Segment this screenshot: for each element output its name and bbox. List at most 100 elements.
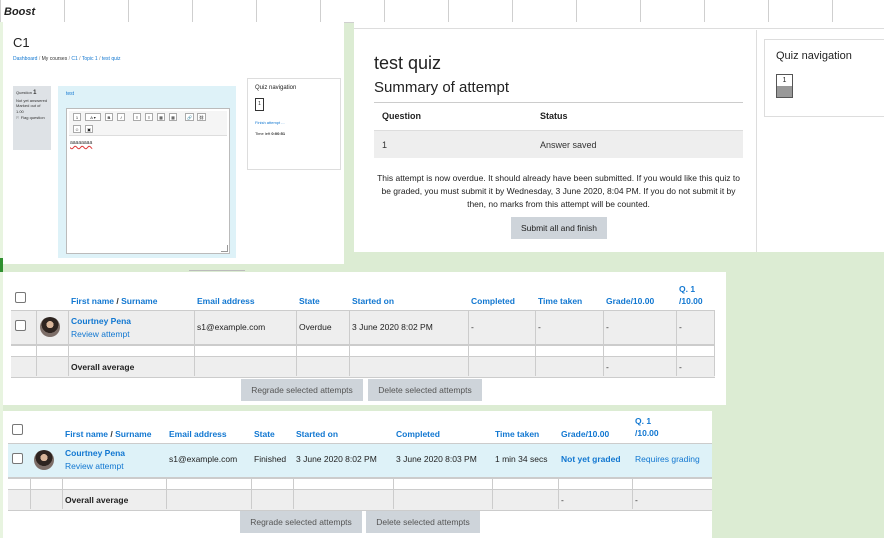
sort-first-name[interactable]: First name [65,429,108,439]
answer-editor[interactable]: 1 A ▾ B I ≡ ≡ ▦ ▦ 🔗 ⛓ ☺ ▣ aaaaaaaa [66,108,230,254]
overall-average-label: Overall average [65,495,129,505]
delete-button[interactable]: Delete selected attempts [366,511,480,533]
sort-completed[interactable]: Completed [471,295,515,307]
started-cell: 3 June 2020 8:02 PM [296,454,377,464]
attempts-table-overdue: First name / Surname Email address State… [3,270,726,405]
course-title: C1 [13,35,30,50]
sort-time-taken[interactable]: Time taken [538,295,582,307]
sort-state[interactable]: State [254,428,275,440]
indent-button[interactable]: ▦ [157,113,165,121]
divider [374,102,743,103]
sort-q1[interactable]: Q. 1/10.00 [635,415,659,439]
overall-q1: - [635,495,638,505]
sort-grade[interactable]: Grade/10.00 [606,295,654,307]
grade-cell: - [606,322,609,332]
review-attempt-link[interactable]: Review attempt [71,329,130,339]
sort-email[interactable]: Email address [169,428,227,440]
italic-button[interactable]: I [117,113,125,121]
sort-time-taken[interactable]: Time taken [495,428,539,440]
row-checkbox[interactable] [15,320,26,331]
question-label: Question [16,90,33,95]
image-icon[interactable]: ▣ [85,125,93,133]
sort-surname[interactable]: Surname [121,296,157,306]
question-text: test [66,91,75,97]
overall-grade: - [606,362,609,372]
paragraph-format-button[interactable]: 1 [73,113,81,121]
started-cell: 3 June 2020 8:02 PM [352,322,433,332]
email-cell: s1@example.com [169,454,238,464]
row-question: 1 [382,140,388,150]
spreadsheet-header-strip: Boost [0,0,884,23]
sort-grade[interactable]: Grade/10.00 [561,428,609,440]
sort-email[interactable]: Email address [197,295,255,307]
avatar[interactable] [40,317,60,337]
summary-heading: Summary of attempt [374,79,510,96]
q1-cell: - [679,322,682,332]
attempts-table-finished: First name / Surname Email address State… [3,411,712,538]
emoticon-icon[interactable]: ☺ [73,125,82,133]
resize-grip-icon[interactable] [221,245,228,252]
quiz-navigation-title: Quiz navigation [255,85,297,91]
theme-label: Boost [4,6,36,18]
delete-button[interactable]: Delete selected attempts [368,379,482,401]
breadcrumb-quiz[interactable]: test quiz [102,56,121,62]
email-cell: s1@example.com [197,322,266,332]
quiz-navigation-block: Quiz navigation 1 Finish attempt ... Tim… [247,78,341,170]
table-row: 1 Answer saved [374,130,743,158]
sort-started[interactable]: Started on [296,428,338,440]
question-marks: Marked out of 1.00 [16,103,41,115]
question-info: Question 1 Not yet answered Marked out o… [13,86,51,150]
divider [756,30,757,252]
sort-state[interactable]: State [299,295,320,307]
breadcrumb-topic[interactable]: Topic 1 [82,56,98,62]
bold-button[interactable]: B [105,113,113,121]
submit-all-button[interactable]: Submit all and finish [511,217,607,239]
regrade-button[interactable]: Regrade selected attempts [240,511,362,533]
state-cell: Overdue [299,322,332,332]
overall-grade: - [561,495,564,505]
question-nav-button[interactable]: 1 [255,98,264,111]
state-cell: Finished [254,454,287,464]
outdent-button[interactable]: ▦ [169,113,177,121]
sort-completed[interactable]: Completed [396,428,440,440]
time-taken-cell: 1 min 34 secs [495,454,548,464]
completed-cell: - [471,322,474,332]
font-color-button[interactable]: A ▾ [85,113,101,121]
sort-started[interactable]: Started on [352,295,394,307]
unlink-icon[interactable]: ⛓ [197,113,207,121]
sort-first-name[interactable]: First name [71,296,114,306]
sort-q1[interactable]: Q. 1/10.00 [679,283,703,307]
select-all-checkbox[interactable] [12,424,23,435]
overdue-message: This attempt is now overdue. It should a… [377,173,740,209]
column-header-status: Status [540,111,568,121]
review-attempt-link[interactable]: Review attempt [65,461,124,471]
time-taken-cell: - [538,322,541,332]
bullet-list-button[interactable]: ≡ [133,113,141,121]
grade-link[interactable]: Not yet graded [561,454,621,464]
question-nav-button[interactable]: 1 [776,74,793,98]
breadcrumb-course[interactable]: C1 [71,56,77,62]
completed-cell: 3 June 2020 8:03 PM [396,454,477,464]
user-name-link[interactable]: Courtney Pena [65,448,125,458]
quiz-attempt-screenshot: C1 Dashboard / My courses / C1 / Topic 1… [3,22,344,264]
select-all-checkbox[interactable] [15,292,26,303]
overall-average-label: Overall average [71,362,135,372]
question-state: Not yet answered [16,97,48,103]
divider [189,270,245,271]
link-icon[interactable]: 🔗 [185,113,194,121]
requires-grading-link[interactable]: Requires grading [635,454,700,464]
breadcrumb-my-courses[interactable]: My courses [42,56,68,62]
breadcrumb-dashboard[interactable]: Dashboard [13,56,37,62]
row-checkbox[interactable] [12,453,23,464]
divider [354,28,884,29]
regrade-button[interactable]: Regrade selected attempts [241,379,363,401]
flag-question-link[interactable]: Flag question [21,115,45,120]
finish-attempt-link[interactable]: Finish attempt ... [255,120,285,125]
header-name: First name / Surname [71,296,158,306]
sort-surname[interactable]: Surname [115,429,151,439]
avatar[interactable] [34,450,54,470]
question-body: test 1 A ▾ B I ≡ ≡ ▦ ▦ 🔗 ⛓ ☺ ▣ aaaaaaaa [58,86,236,258]
editor-toolbar: 1 A ▾ B I ≡ ≡ ▦ ▦ 🔗 ⛓ ☺ ▣ [69,111,227,136]
numbered-list-button[interactable]: ≡ [145,113,153,121]
user-name-link[interactable]: Courtney Pena [71,316,131,326]
